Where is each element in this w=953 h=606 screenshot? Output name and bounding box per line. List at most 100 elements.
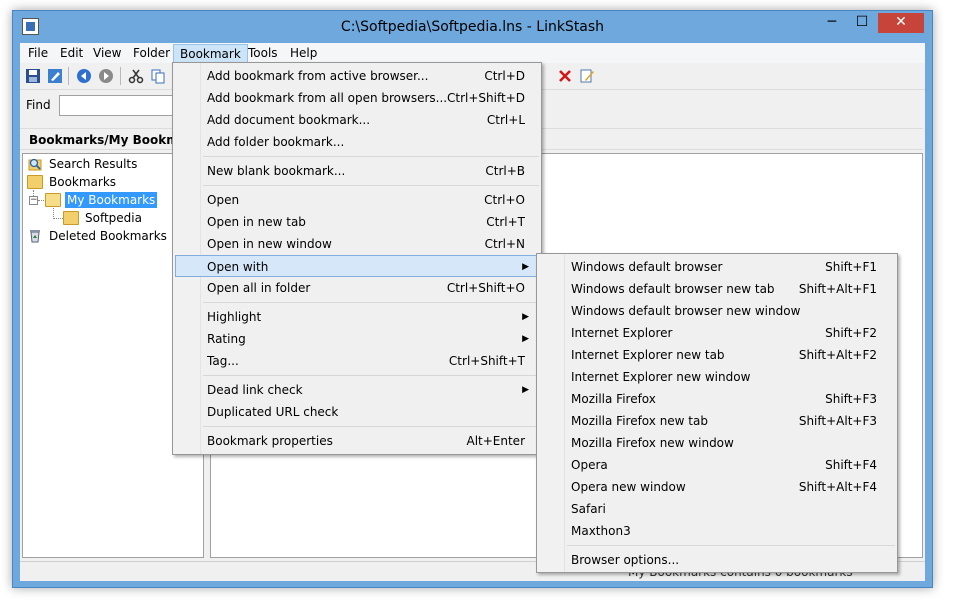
menu-item-highlight[interactable]: Highlight ▶: [175, 306, 539, 328]
menu-item-label: Internet Explorer new tab: [571, 348, 725, 362]
menu-view[interactable]: View: [87, 44, 127, 63]
menu-item-open-new-window[interactable]: Open in new window Ctrl+N: [175, 233, 539, 255]
menu-item-duplicated-url-check[interactable]: Duplicated URL check: [175, 401, 539, 423]
menu-separator: [203, 302, 539, 303]
menu-item-add-bookmark-all[interactable]: Add bookmark from all open browsers... C…: [175, 87, 539, 109]
submenu-item-opera[interactable]: Opera Shift+F4: [539, 454, 895, 476]
tree-expander[interactable]: −: [29, 196, 38, 205]
submenu-item-firefox-tab[interactable]: Mozilla Firefox new tab Shift+Alt+F3: [539, 410, 895, 432]
menu-separator: [203, 426, 539, 427]
submenu-item-windows-default-tab[interactable]: Windows default browser new tab Shift+Al…: [539, 278, 895, 300]
menu-item-label: Internet Explorer: [571, 326, 673, 340]
menu-tools[interactable]: Tools: [242, 44, 284, 63]
submenu-item-maxthon3[interactable]: Maxthon3: [539, 520, 895, 542]
menu-item-shortcut: Ctrl+L: [486, 113, 525, 127]
menu-item-label: Rating: [207, 332, 246, 346]
title-bar[interactable]: C:\Softpedia\Softpedia.lns - LinkStash ─…: [13, 11, 932, 44]
submenu-item-internet-explorer-tab[interactable]: Internet Explorer new tab Shift+Alt+F2: [539, 344, 895, 366]
delete-icon[interactable]: [557, 68, 573, 84]
submenu-item-windows-default[interactable]: Windows default browser Shift+F1: [539, 256, 895, 278]
menu-item-add-folder-bookmark[interactable]: Add folder bookmark...: [175, 131, 539, 153]
menu-item-shortcut: Ctrl+D: [484, 69, 525, 83]
submenu-item-firefox-window[interactable]: Mozilla Firefox new window: [539, 432, 895, 454]
submenu-item-internet-explorer[interactable]: Internet Explorer Shift+F2: [539, 322, 895, 344]
menu-item-label: Mozilla Firefox new tab: [571, 414, 708, 428]
menu-item-shortcut: Shift+Alt+F3: [798, 414, 877, 428]
submenu-item-safari[interactable]: Safari: [539, 498, 895, 520]
menu-item-open-new-tab[interactable]: Open in new tab Ctrl+T: [175, 211, 539, 233]
folder-icon: [27, 175, 43, 189]
menu-item-label: New blank bookmark...: [207, 164, 346, 178]
submenu-item-internet-explorer-window[interactable]: Internet Explorer new window: [539, 366, 895, 388]
menu-item-shortcut: Ctrl+O: [484, 193, 525, 207]
tree-item-search-results[interactable]: Search Results: [25, 156, 195, 173]
find-label: Find: [26, 98, 51, 112]
menu-separator: [203, 185, 539, 186]
back-icon[interactable]: [76, 68, 92, 84]
minimize-button[interactable]: ─: [818, 13, 846, 33]
menu-item-shortcut: Ctrl+T: [486, 215, 525, 229]
menu-item-label: Maxthon3: [571, 524, 631, 538]
tree-item-bookmarks[interactable]: Bookmarks: [25, 174, 195, 191]
menu-item-open-all-in-folder[interactable]: Open all in folder Ctrl+Shift+O: [175, 277, 539, 299]
menu-item-rating[interactable]: Rating ▶: [175, 328, 539, 350]
menu-bookmark[interactable]: Bookmark: [173, 44, 248, 63]
submenu-item-browser-options[interactable]: Browser options...: [539, 549, 895, 571]
menu-item-open-with[interactable]: Open with ▶: [175, 255, 539, 277]
menu-item-shortcut: Shift+F4: [825, 458, 877, 472]
menu-item-label: Open: [207, 193, 240, 207]
menu-item-open[interactable]: Open Ctrl+O: [175, 189, 539, 211]
save-icon[interactable]: [25, 68, 41, 84]
tree-item-my-bookmarks[interactable]: My Bookmarks: [43, 192, 193, 209]
properties-icon[interactable]: [47, 68, 63, 84]
menu-item-add-bookmark-active[interactable]: Add bookmark from active browser... Ctrl…: [175, 65, 539, 87]
menu-item-shortcut: Ctrl+B: [485, 164, 525, 178]
menu-item-shortcut: Shift+F2: [825, 326, 877, 340]
menu-item-label: Open all in folder: [207, 281, 311, 295]
tree-item-label: Bookmarks: [49, 175, 117, 189]
submenu-arrow-icon: ▶: [522, 334, 529, 344]
edit-icon[interactable]: [579, 68, 595, 84]
menu-item-shortcut: Shift+Alt+F1: [798, 282, 877, 296]
menu-item-label: Mozilla Firefox: [571, 392, 656, 406]
open-with-submenu: Windows default browser Shift+F1 Windows…: [536, 253, 898, 573]
menu-file[interactable]: File: [22, 44, 54, 63]
menu-item-new-blank-bookmark[interactable]: New blank bookmark... Ctrl+B: [175, 160, 539, 182]
menu-item-bookmark-properties[interactable]: Bookmark properties Alt+Enter: [175, 430, 539, 452]
menu-help[interactable]: Help: [284, 44, 323, 63]
submenu-item-firefox[interactable]: Mozilla Firefox Shift+F3: [539, 388, 895, 410]
cut-icon[interactable]: [128, 68, 144, 84]
menu-item-label: Mozilla Firefox new window: [571, 436, 734, 450]
menu-item-add-document-bookmark[interactable]: Add document bookmark... Ctrl+L: [175, 109, 539, 131]
submenu-item-opera-window[interactable]: Opera new window Shift+Alt+F4: [539, 476, 895, 498]
menu-item-tag[interactable]: Tag... Ctrl+Shift+T: [175, 350, 539, 372]
menu-folder[interactable]: Folder: [127, 44, 176, 63]
menu-item-shortcut: Shift+F1: [825, 260, 877, 274]
copy-icon[interactable]: [150, 68, 166, 84]
tree-item-label: Search Results: [49, 157, 138, 171]
menu-item-label: Windows default browser new tab: [571, 282, 775, 296]
menu-item-label: Add document bookmark...: [207, 113, 371, 127]
menu-item-dead-link-check[interactable]: Dead link check ▶: [175, 379, 539, 401]
tree-item-label: Deleted Bookmarks: [49, 229, 167, 243]
menu-item-label: Dead link check: [207, 383, 303, 397]
tree-item-deleted-bookmarks[interactable]: Deleted Bookmarks: [25, 228, 195, 245]
toolbar-separator: [120, 67, 121, 85]
maximize-button[interactable]: ☐: [848, 13, 876, 33]
menu-item-label: Open with: [207, 260, 269, 274]
bookmark-menu: Add bookmark from active browser... Ctrl…: [172, 62, 542, 455]
menu-bar: File Edit View Folder Bookmark Tools Hel…: [20, 43, 925, 63]
submenu-item-windows-default-window[interactable]: Windows default browser new window: [539, 300, 895, 322]
forward-icon[interactable]: [98, 68, 114, 84]
menu-item-shortcut: Shift+F3: [825, 392, 877, 406]
tree-item-label: My Bookmarks: [65, 192, 158, 208]
menu-edit[interactable]: Edit: [54, 44, 89, 63]
close-button[interactable]: ✕: [878, 13, 924, 33]
menu-item-label: Safari: [571, 502, 606, 516]
find-input[interactable]: [59, 95, 179, 116]
menu-item-label: Open in new window: [207, 237, 332, 251]
menu-item-shortcut: Ctrl+Shift+D: [447, 91, 525, 105]
menu-item-label: Open in new tab: [207, 215, 306, 229]
menu-item-label: Windows default browser: [571, 260, 723, 274]
menu-item-label: Browser options...: [571, 553, 680, 567]
